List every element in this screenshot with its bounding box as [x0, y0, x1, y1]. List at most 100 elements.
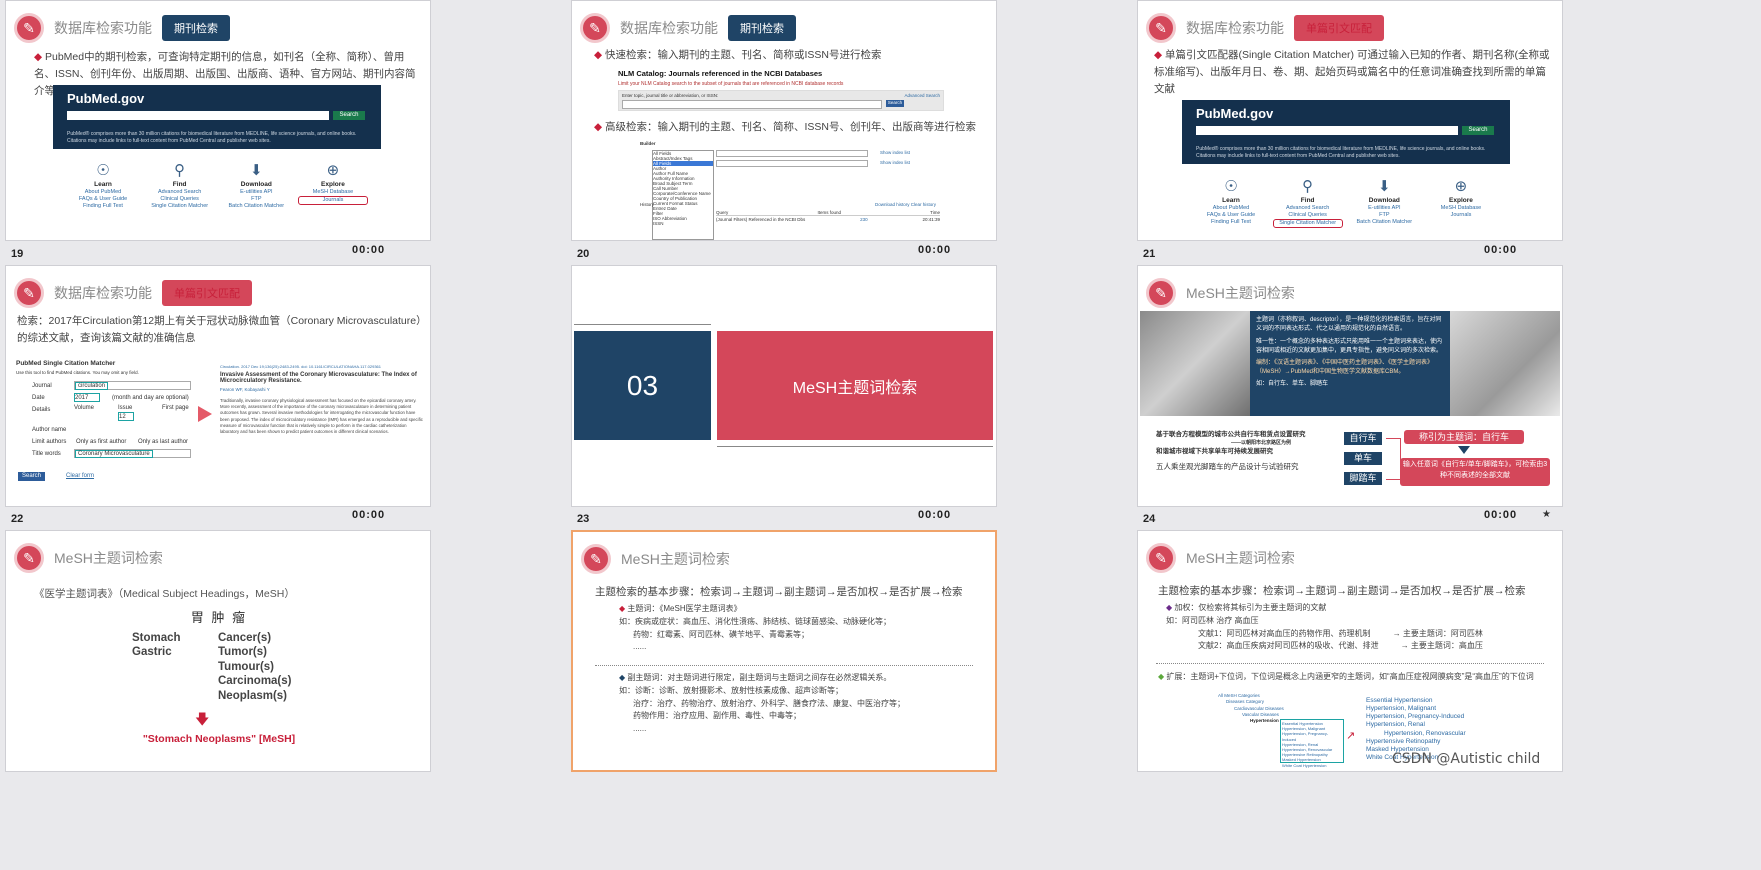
details-label: Details [32, 407, 51, 413]
only-first-option[interactable]: Only as first author [76, 438, 126, 447]
article-title-3: 五人乘坐观光脚踏车的产品设计与试验研究 [1156, 462, 1299, 471]
download-column: ⬇ Download E-utilities API FTP Batch Citatio… [221, 161, 291, 210]
explore-column: ⊕ Explore MeSH Database Journals [297, 161, 368, 210]
slide-header: ✎ 数据库检索功能 期刊检索 [14, 11, 230, 45]
article-title: Invasive Assessment of the Coronary Micr… [220, 372, 417, 384]
article-citation: Circulation. 2017 Dec 19;136(25):2483-24… [220, 364, 381, 369]
slide-title: 数据库检索功能 [54, 20, 152, 36]
nlm-search-button[interactable]: Search [886, 100, 904, 107]
explore-column: ⊕ Explore MeSH Database Journals [1426, 177, 1496, 228]
slide-24-timing: 00:00 [1484, 509, 1518, 521]
history-links[interactable]: Download history Clear history [875, 202, 936, 207]
slide-title: MeSH主题词检索 [54, 550, 163, 566]
pubmed-search-input[interactable] [1196, 126, 1458, 135]
clear-form-link[interactable]: Clear form [66, 472, 94, 481]
date-input[interactable]: 2017 [74, 393, 100, 402]
find-icon: ⚲ [1302, 178, 1314, 195]
scm-title: PubMed Single Citation Matcher [16, 360, 116, 367]
slide-26[interactable]: ✎ MeSH主题词检索 主题检索的基本步骤：检索词→主题词→副主题词→是否加权→… [571, 530, 997, 772]
pencil-icon: ✎ [14, 13, 44, 43]
field-dropdown[interactable]: All Fields Abstract/Index Tags All Fields A… [652, 150, 714, 240]
show-index-link[interactable]: Show index list [880, 150, 910, 155]
arrow-up-right-icon: ↗ [1346, 730, 1356, 742]
slide-22[interactable]: ✎ 数据库检索功能 单篇引文匹配 检索：2017年Circulation第12期… [5, 265, 431, 507]
author-label: Author name [32, 427, 67, 433]
pubmed-search-button[interactable]: Search [333, 111, 365, 120]
slide-19[interactable]: ✎ 数据库检索功能 期刊检索 ◆ PubMed中的期刊检索，可查询特定期刊的信息… [5, 0, 431, 241]
title-input[interactable]: Coronary Microvasculature [74, 449, 191, 458]
slide-header: ✎ MeSH主题词检索 [1146, 276, 1295, 310]
single-citation-matcher: PubMed Single Citation Matcher Use this … [16, 360, 196, 500]
builder-input-2[interactable] [716, 160, 868, 167]
expansion-block: ◆ 扩展：主题词+下位词，下位词是概念上内涵更窄的主题词，如“高血压症视网膜病变… [1158, 672, 1534, 681]
compilation-text: 编制：《汉语主题词表》、《中国中医药主题词表》、《医学主题词表》（MeSH）→P… [1256, 360, 1434, 376]
mesh-result: "Stomach Neoplasms" [MeSH] [142, 733, 296, 745]
pencil-icon: ✎ [1146, 278, 1176, 308]
only-last-option[interactable]: Only as last author [138, 438, 188, 447]
builder-input-1[interactable] [716, 150, 868, 157]
pubmed-description: PubMed® comprises more than 30 million c… [67, 131, 357, 144]
pubmed-sections: ☉ Learn About PubMed FAQs & User Guide Findi… [1196, 177, 1496, 229]
download-icon: ⬇ [250, 162, 263, 179]
pencil-icon: ✎ [1146, 543, 1176, 573]
single-citation-highlight[interactable]: Single Citation Matcher [1272, 219, 1343, 229]
slide-19-timing: 00:00 [352, 244, 386, 256]
nlm-title: NLM Catalog: Journals referenced in the … [618, 69, 823, 78]
left-terms: Stomach Gastric [132, 632, 181, 659]
slide-text: 检索：2017年Circulation第12期上有关于冠状动脉微血管（Coron… [17, 315, 422, 344]
slide-24-number: 24 [1143, 513, 1156, 525]
keyword-pedal-bike: 脚踏车 [1344, 472, 1382, 485]
slide-20-timing: 00:00 [918, 244, 952, 256]
slide-21[interactable]: ✎ 数据库检索功能 单篇引文匹配 ◆ 单篇引文匹配器(Single Citati… [1137, 0, 1563, 241]
nlm-label: Enter topic, journal title or abbreviati… [622, 93, 719, 98]
download-icon: ⬇ [1378, 178, 1391, 195]
journal-input[interactable]: circulation [74, 381, 191, 390]
globe-icon: ⊕ [326, 162, 340, 179]
journals-link-highlight[interactable]: Journals [297, 196, 368, 206]
nlm-advanced-link[interactable]: Advanced Search [904, 93, 940, 98]
slide-title: 数据库检索功能 [620, 20, 718, 36]
slide-title: MeSH主题词检索 [1186, 550, 1295, 566]
example-text: 如：自行车、单车、脚踏车 [1256, 380, 1329, 387]
pubmed-sections: ☉ Learn About PubMed FAQs & User Guide Findi… [68, 161, 368, 210]
title-words-label: Title words [32, 451, 61, 457]
slide-23[interactable]: 03 MeSH主题词检索 [571, 265, 997, 507]
pencil-icon: ✎ [581, 544, 611, 574]
slide-header: ✎ MeSH主题词检索 [1146, 541, 1295, 575]
slide-20[interactable]: ✎ 数据库检索功能 期刊检索 ◆ 快速检索：输入期刊的主题、刊名、简称或ISSN… [571, 0, 997, 241]
definition-text: 主题词（亦称叙词、descriptor），是一种规范化的检索语言，旨在对同义词的… [1256, 317, 1442, 333]
pubmed-logo: PubMed.gov [1196, 106, 1274, 121]
issue-input[interactable]: 12 [118, 412, 134, 421]
arrow-down-icon [1458, 446, 1470, 454]
search-button[interactable]: Search [18, 472, 46, 481]
learn-icon: ☉ [1224, 178, 1238, 195]
article-abstract: Traditionally, invasive coronary physiol… [220, 398, 423, 435]
slide-tag: 期刊检索 [728, 15, 796, 41]
slide-header: ✎ MeSH主题词检索 [14, 541, 163, 575]
slide-27[interactable]: ✎ MeSH主题词检索 主题检索的基本步骤：检索词→主题词→副主题词→是否加权→… [1137, 530, 1563, 772]
nlm-search-input[interactable] [622, 100, 882, 109]
chinese-term: 胃 肿 瘤 [190, 610, 248, 625]
divider [574, 324, 711, 325]
pubmed-search-input[interactable] [67, 111, 329, 120]
date-hint: (month and day are optional) [112, 395, 189, 401]
subject-term-block: ◆ 主题词：《MeSH医学主题词表》 如：疾病或症状：高血压、消化性溃疡、肺结核… [619, 604, 891, 652]
slide-tag: 单篇引文匹配 [1294, 15, 1384, 41]
date-label: Date [32, 395, 45, 401]
pubmed-search-button[interactable]: Search [1462, 126, 1494, 135]
slide-25[interactable]: ✎ MeSH主题词检索 《医学主题词表》（Medical Subject Hea… [5, 530, 431, 772]
slide-tag: 单篇引文匹配 [162, 280, 252, 306]
show-index-link-2[interactable]: Show index list [880, 160, 910, 165]
slide-20-number: 20 [577, 248, 590, 260]
slide-24[interactable]: ✎ MeSH主题词检索 主题词（亦称叙词、descriptor），是一种规范化的… [1137, 265, 1563, 507]
example-titles: 基于联合方程模型的城市公共自行车租赁点设置研究 ——以朝阳市北京路区为例 和谐城… [1156, 430, 1366, 472]
right-terms: Cancer(s) Tumor(s) Tumour(s) Carcinoma(s) Ne… [218, 632, 292, 702]
hands-photo [1140, 311, 1250, 416]
slide-header: ✎ 数据库检索功能 单篇引文匹配 [14, 276, 252, 310]
divider [1156, 663, 1544, 664]
article-authors: Fearon WF, Kobayashi Y [220, 387, 270, 392]
mesh-definition: 《医学主题词表》（Medical Subject Headings，MeSH） [34, 588, 295, 600]
star-icon[interactable]: ★ [1542, 509, 1551, 520]
article-title-1: 基于联合方程模型的城市公共自行车租赁点设置研究 [1156, 431, 1306, 438]
arrow-right-icon [198, 406, 212, 422]
